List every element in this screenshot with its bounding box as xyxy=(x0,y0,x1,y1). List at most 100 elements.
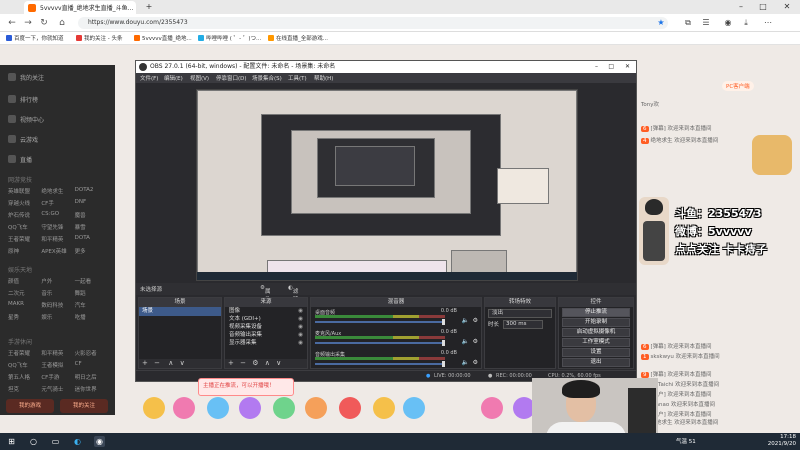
studio-mode-button[interactable]: 工作室模式 xyxy=(562,338,630,347)
category-link[interactable]: 颜值 xyxy=(8,277,41,285)
favorite-star-icon[interactable]: ★ xyxy=(655,17,667,29)
start-recording-button[interactable]: 开始录制 xyxy=(562,318,630,327)
extensions-icon[interactable]: ⧉ xyxy=(682,17,694,29)
source-item[interactable]: 音频输出采集 ◉ xyxy=(225,331,307,339)
category-link[interactable]: 明日之后 xyxy=(75,373,108,381)
menu-tools[interactable]: 工具(T) xyxy=(288,74,307,82)
edge-browser-icon[interactable]: ◐ xyxy=(72,436,83,447)
move-down-icon[interactable]: ∨ xyxy=(180,359,185,367)
gift-icon[interactable] xyxy=(339,397,361,419)
start-virtual-camera-button[interactable]: 启动虚拟摄像机 xyxy=(562,328,630,337)
move-up-icon[interactable]: ∧ xyxy=(265,359,270,367)
move-down-icon[interactable]: ∨ xyxy=(276,359,281,367)
speaker-icon[interactable]: 🔈 xyxy=(462,338,469,345)
category-link[interactable]: 王者荣耀 xyxy=(8,349,41,357)
windows-start-icon[interactable]: ⊞ xyxy=(6,436,17,447)
category-link[interactable]: CF手 xyxy=(41,199,74,207)
category-link[interactable]: QQ飞车 xyxy=(8,223,41,231)
category-link[interactable]: 炉石传说 xyxy=(8,211,41,219)
category-link[interactable]: QQ飞车 xyxy=(8,361,41,369)
menu-file[interactable]: 文件(F) xyxy=(140,74,158,82)
category-link[interactable]: 吃播 xyxy=(75,313,108,321)
visibility-eye-icon[interactable]: ◉ xyxy=(298,307,303,315)
obs-minimize-icon[interactable]: – xyxy=(595,61,598,73)
gift-icon[interactable] xyxy=(207,397,229,419)
gift-icon[interactable] xyxy=(143,397,165,419)
bookmark-baidu[interactable]: 百度一下，你就知道 xyxy=(6,34,64,42)
url-input[interactable]: https://www.douyu.com/2355473 xyxy=(78,17,668,29)
scene-item[interactable]: 场景 xyxy=(139,307,221,316)
category-link[interactable]: 第五人格 xyxy=(8,373,41,381)
gift-icon[interactable] xyxy=(305,397,327,419)
source-item[interactable]: 文本 (GDI+) ◉ xyxy=(225,315,307,323)
add-source-icon[interactable]: + xyxy=(228,359,234,367)
transition-type-select[interactable]: 淡出 xyxy=(488,309,552,318)
category-link[interactable]: 英雄联盟 xyxy=(8,187,41,195)
category-link[interactable]: 魔兽 xyxy=(75,211,108,219)
category-link[interactable]: DNF xyxy=(75,199,108,207)
category-link[interactable]: CF xyxy=(75,361,108,369)
new-tab-icon[interactable]: + xyxy=(138,1,160,13)
browser-tab-douyu[interactable]: 5vvvvv直播_绝地求生直播_斗鱼... xyxy=(24,1,136,14)
remove-source-icon[interactable]: − xyxy=(240,359,246,367)
category-link[interactable]: 娱乐 xyxy=(41,313,74,321)
gift-icon[interactable] xyxy=(239,397,261,419)
properties-button[interactable]: ⚙ 属性 xyxy=(260,285,270,303)
exit-button[interactable]: 退出 xyxy=(562,358,630,367)
volume-slider[interactable] xyxy=(315,319,445,325)
category-link[interactable]: 舞蹈 xyxy=(75,289,108,297)
category-link[interactable]: 坦克 xyxy=(8,385,41,393)
menu-help[interactable]: 帮助(H) xyxy=(314,74,333,82)
volume-slider[interactable] xyxy=(315,340,445,346)
stream-notice-popup[interactable]: 主播正在推流，可以开播哦！ xyxy=(198,378,294,396)
category-link[interactable]: DOTA2 xyxy=(75,187,108,195)
source-settings-icon[interactable]: ⚙ xyxy=(252,359,258,367)
remove-scene-icon[interactable]: − xyxy=(154,359,160,367)
category-link[interactable]: 守望先锋 xyxy=(41,223,74,231)
gift-icon[interactable] xyxy=(173,397,195,419)
source-item[interactable]: 视频采集设备 ◉ xyxy=(225,323,307,331)
gift-icon[interactable] xyxy=(403,397,425,419)
channel-settings-icon[interactable]: ⚙ xyxy=(473,338,478,345)
category-link[interactable]: MAKR xyxy=(8,301,41,309)
obs-maximize-icon[interactable]: □ xyxy=(608,61,614,73)
visibility-eye-icon[interactable]: ◉ xyxy=(298,323,303,331)
sidebar-item-follow[interactable]: 我的关注 xyxy=(8,73,44,82)
visibility-eye-icon[interactable]: ◉ xyxy=(298,331,303,339)
pc-client-badge[interactable]: PC客户端 xyxy=(722,81,754,91)
category-link[interactable]: 原神 xyxy=(8,247,41,255)
stop-streaming-button[interactable]: 停止推流 xyxy=(562,308,630,317)
category-link[interactable]: 星秀 xyxy=(8,313,41,321)
source-item[interactable]: 显示器采集 ◉ xyxy=(225,339,307,347)
gift-icon[interactable] xyxy=(481,397,503,419)
visibility-eye-icon[interactable]: ◉ xyxy=(298,315,303,323)
collections-icon[interactable]: ☰ xyxy=(700,17,712,29)
refresh-icon[interactable]: ↻ xyxy=(38,17,50,29)
category-link[interactable]: 音乐 xyxy=(41,289,74,297)
sidebar-item-video[interactable]: 视频中心 xyxy=(8,115,44,124)
category-link[interactable]: 绝地求生 xyxy=(41,187,74,195)
speaker-icon[interactable]: 🔈 xyxy=(462,317,469,324)
filters-button[interactable]: ◐ 滤镜 xyxy=(288,285,298,303)
forward-icon[interactable]: → xyxy=(22,17,34,29)
add-scene-icon[interactable]: + xyxy=(142,359,148,367)
menu-edit[interactable]: 编辑(E) xyxy=(164,74,183,82)
settings-button[interactable]: 设置 xyxy=(562,348,630,357)
maximize-icon[interactable]: □ xyxy=(752,1,774,13)
channel-settings-icon[interactable]: ⚙ xyxy=(473,317,478,324)
menu-docks[interactable]: 停靠窗口(D) xyxy=(216,74,247,82)
category-link[interactable]: 一起看 xyxy=(75,277,108,285)
duration-input[interactable]: 300 ms xyxy=(503,320,543,329)
category-link[interactable]: 和平精英 xyxy=(41,349,74,357)
move-up-icon[interactable]: ∧ xyxy=(168,359,173,367)
category-link[interactable]: 火影忍者 xyxy=(75,349,108,357)
bookmark-live[interactable]: 在线直播_全部游戏... xyxy=(268,34,328,42)
bookmark-toutiao[interactable]: 我的关注 - 头条 xyxy=(76,34,122,42)
obs-close-icon[interactable]: ✕ xyxy=(625,61,630,73)
obs-taskbar-icon[interactable]: ◉ xyxy=(94,436,105,447)
back-icon[interactable]: ← xyxy=(6,17,18,29)
channel-settings-icon[interactable]: ⚙ xyxy=(473,359,478,366)
menu-profile[interactable]: 场景集合(S) xyxy=(252,74,282,82)
category-link[interactable]: 王者模拟 xyxy=(41,361,74,369)
home-icon[interactable]: ⌂ xyxy=(56,17,68,29)
